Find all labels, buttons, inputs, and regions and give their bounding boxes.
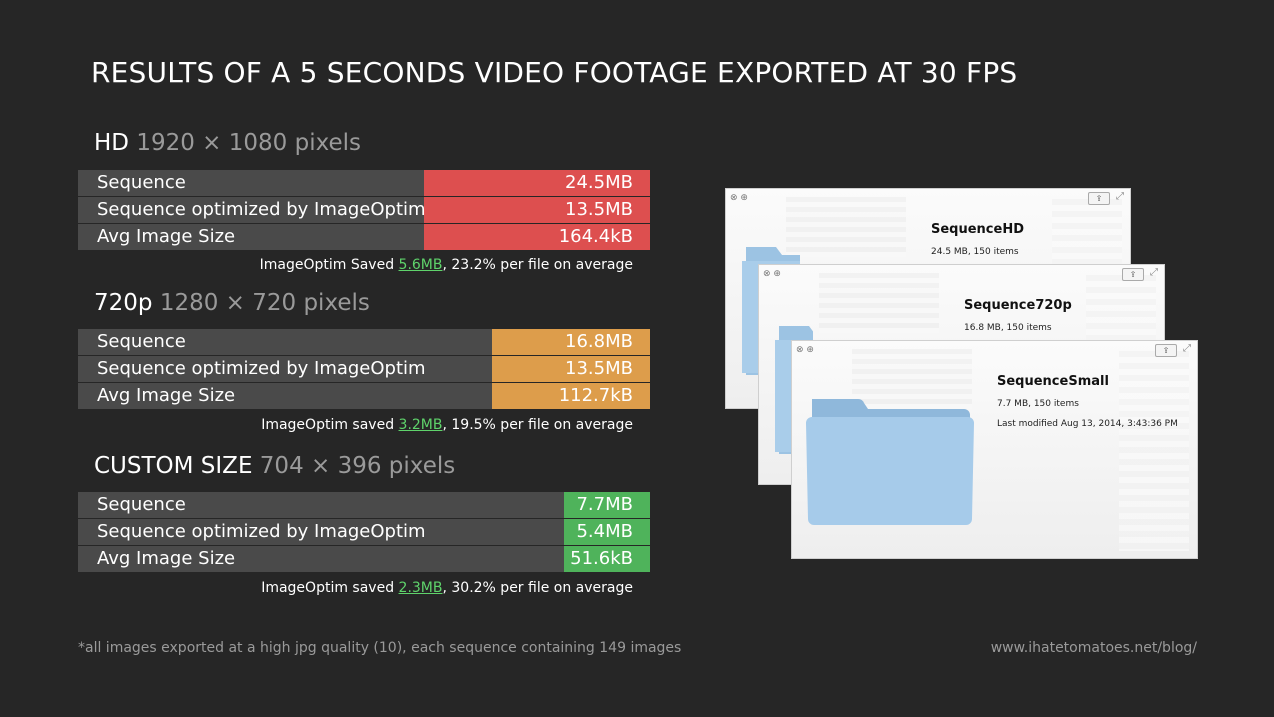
section-dimensions: 704 × 396 pixels <box>259 453 456 479</box>
bar-row: Avg Image Size 112.7kB <box>78 383 650 409</box>
bar-rows: Sequence 7.7MB Sequence optimized by Image… <box>78 492 650 573</box>
expand-icon: ⤢ <box>1183 343 1191 354</box>
bar-label: Sequence <box>97 331 186 352</box>
savings-note: ImageOptim saved 3.2MB, 19.5% per file o… <box>261 417 633 433</box>
bar-value-label: 51.6kB <box>570 548 633 569</box>
note-prefix: ImageOptim Saved <box>259 257 399 273</box>
section-heading: HD 1920 × 1080 pixels <box>94 130 361 156</box>
bar-value-label: 13.5MB <box>565 199 633 220</box>
bar-rows: Sequence 24.5MB Sequence optimized by Imag… <box>78 170 650 251</box>
note-highlight: 3.2MB <box>398 417 443 433</box>
section-title: HD <box>94 130 130 156</box>
share-icon: ⇪ <box>1155 344 1177 357</box>
note-suffix: , 30.2% per file on average <box>442 580 633 596</box>
window-folder-name: SequenceSmall <box>997 374 1109 389</box>
bar-value-label: 5.4MB <box>576 521 633 542</box>
bar-row: Sequence 24.5MB <box>78 170 650 196</box>
section-heading: 720p 1280 × 720 pixels <box>94 290 370 316</box>
window-folder-name: Sequence720p <box>964 298 1072 313</box>
bar-label: Sequence optimized by ImageOptim <box>97 521 426 542</box>
finder-window-small: ⊗ ⊕ ⇪ ⤢ SequenceSmall 7.7 MB, 150 items … <box>792 341 1197 558</box>
share-icon: ⇪ <box>1122 268 1144 281</box>
expand-icon: ⤢ <box>1150 267 1158 278</box>
close-minimize-icons: ⊗ ⊕ <box>796 345 814 355</box>
close-minimize-icons: ⊗ ⊕ <box>730 193 748 203</box>
bar-label: Sequence optimized by ImageOptim <box>97 199 426 220</box>
window-folder-info: 24.5 MB, 150 items <box>931 247 1019 257</box>
folder-icon <box>806 398 974 525</box>
bar-value-label: 16.8MB <box>565 331 633 352</box>
note-highlight: 5.6MB <box>398 257 443 273</box>
note-highlight: 2.3MB <box>398 580 443 596</box>
note-prefix: ImageOptim saved <box>261 417 399 433</box>
bar-value-label: 7.7MB <box>576 494 633 515</box>
note-suffix: , 19.5% per file on average <box>442 417 633 433</box>
section-title: CUSTOM SIZE <box>94 453 253 479</box>
savings-note: ImageOptim saved 2.3MB, 30.2% per file o… <box>261 580 633 596</box>
window-folder-info: 16.8 MB, 150 items <box>964 323 1052 333</box>
close-minimize-icons: ⊗ ⊕ <box>763 269 781 279</box>
site-url: www.ihatetomatoes.net/blog/ <box>990 640 1197 656</box>
bar-value-label: 164.4kB <box>558 226 633 247</box>
bar-label: Avg Image Size <box>97 548 236 569</box>
section-title: 720p <box>94 290 153 316</box>
bar-row: Sequence optimized by ImageOptim 5.4MB <box>78 519 650 545</box>
section-dimensions: 1280 × 720 pixels <box>159 290 370 316</box>
bar-rows: Sequence 16.8MB Sequence optimized by Imag… <box>78 329 650 410</box>
bar-label: Sequence optimized by ImageOptim <box>97 358 426 379</box>
share-icon: ⇪ <box>1088 192 1110 205</box>
bar-row: Avg Image Size 164.4kB <box>78 224 650 250</box>
window-folder-name: SequenceHD <box>931 222 1025 237</box>
savings-note: ImageOptim Saved 5.6MB, 23.2% per file o… <box>260 257 633 273</box>
bar-row: Sequence optimized by ImageOptim 13.5MB <box>78 197 650 223</box>
note-prefix: ImageOptim saved <box>261 580 399 596</box>
bar-row: Avg Image Size 51.6kB <box>78 546 650 572</box>
bar-row: Sequence 7.7MB <box>78 492 650 518</box>
bar-label: Sequence <box>97 172 186 193</box>
window-folder-info: 7.7 MB, 150 items <box>997 399 1079 409</box>
bar-label: Sequence <box>97 494 186 515</box>
bar-value-label: 112.7kB <box>558 385 633 406</box>
bar-value-label: 13.5MB <box>565 358 633 379</box>
footnote: *all images exported at a high jpg quali… <box>78 640 682 656</box>
bar-row: Sequence 16.8MB <box>78 329 650 355</box>
bar-row: Sequence optimized by ImageOptim 13.5MB <box>78 356 650 382</box>
window-folder-modified: Last modified Aug 13, 2014, 3:43:36 PM <box>997 419 1178 429</box>
expand-icon: ⤢ <box>1116 191 1124 202</box>
bar-label: Avg Image Size <box>97 226 236 247</box>
bar-value-label: 24.5MB <box>565 172 633 193</box>
section-dimensions: 1920 × 1080 pixels <box>136 130 362 156</box>
bar-label: Avg Image Size <box>97 385 236 406</box>
page-title: RESULTS OF A 5 SECONDS VIDEO FOOTAGE EXP… <box>91 56 1018 89</box>
section-heading: CUSTOM SIZE 704 × 396 pixels <box>94 453 455 479</box>
note-suffix: , 23.2% per file on average <box>442 257 633 273</box>
